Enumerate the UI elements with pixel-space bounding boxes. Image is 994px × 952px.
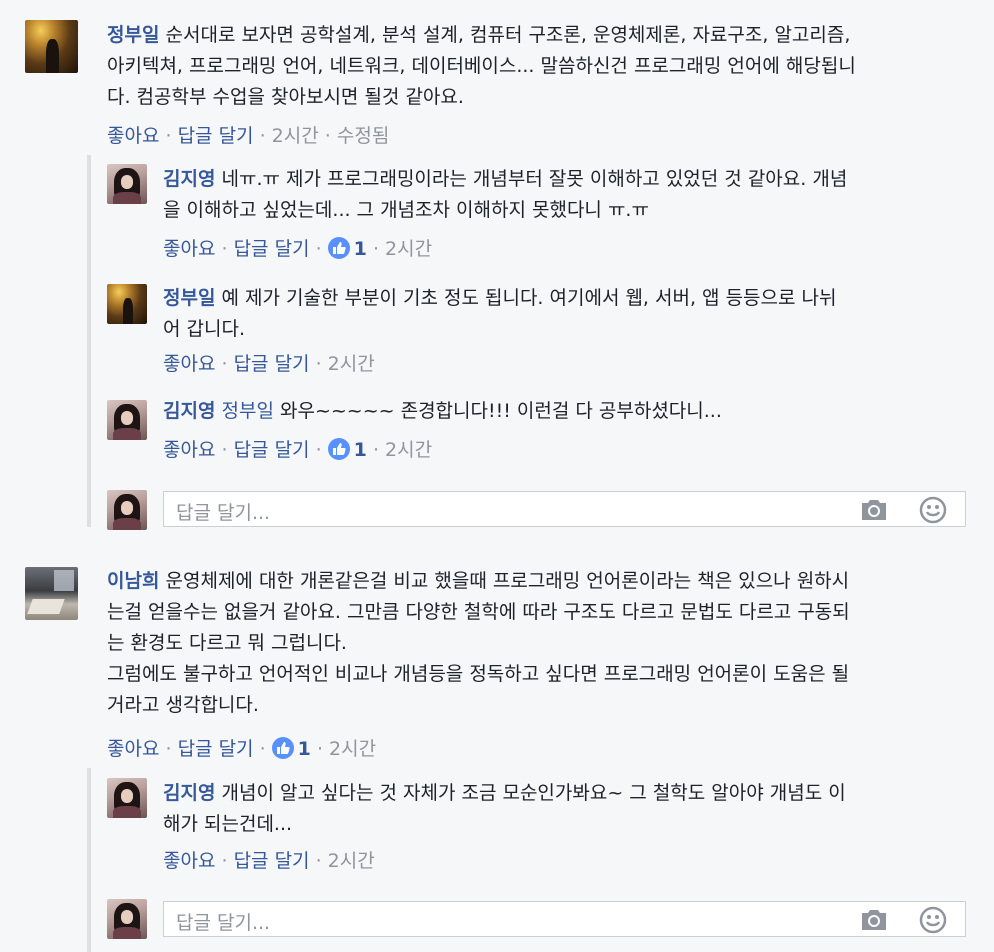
reply-button[interactable]: 답글 달기: [234, 439, 310, 461]
timestamp[interactable]: 2시간: [328, 353, 375, 375]
like-button[interactable]: 좋아요: [163, 353, 215, 375]
avatar: [107, 490, 147, 530]
timestamp[interactable]: 2시간: [385, 439, 432, 461]
avatar[interactable]: [107, 284, 147, 324]
comment-author[interactable]: 정부일: [107, 24, 159, 46]
like-button[interactable]: 좋아요: [163, 439, 215, 461]
camera-icon[interactable]: [859, 908, 889, 936]
avatar[interactable]: [25, 20, 78, 73]
avatar[interactable]: [107, 778, 147, 818]
reply-input-placeholder: 답글 달기...: [176, 502, 271, 524]
comment-text: 어 갑니다.: [163, 318, 245, 340]
comment-author[interactable]: 김지영: [163, 782, 215, 804]
thumbs-up-icon: [327, 237, 350, 259]
comment-author[interactable]: 김지영: [163, 400, 215, 422]
reply-button[interactable]: 답글 달기: [234, 850, 310, 872]
comment-actions: 좋아요 · 답글 달기 · 1 · 2시간: [163, 237, 433, 260]
reply-button[interactable]: 답글 달기: [234, 238, 310, 260]
reply-button[interactable]: 답글 달기: [234, 353, 310, 375]
comment-text: 네ㅠ.ㅠ 제가 프로그래밍이라는 개념부터 잘못 이해하고 있었던 것 같아요.…: [221, 168, 848, 190]
like-count[interactable]: 1: [354, 238, 367, 260]
reply-button[interactable]: 답글 달기: [178, 125, 254, 147]
comment-text: 그럼에도 불구하고 언어적인 비교나 개념등을 정독하고 싶다면 프로그래밍 언…: [107, 663, 850, 685]
comment-actions: 좋아요 · 답글 달기 · 1 · 2시간: [163, 438, 433, 461]
tagged-user[interactable]: 정부일: [222, 400, 274, 422]
comment-body: 김지영 정부일 와우~~~~~ 존경합니다!!! 이런걸 다 공부하셨다니...: [163, 396, 963, 427]
comment-text: 와우~~~~~ 존경합니다!!! 이런걸 다 공부하셨다니...: [280, 400, 722, 422]
comment-author[interactable]: 이남희: [107, 570, 159, 592]
timestamp[interactable]: 2시간: [329, 738, 376, 760]
edited-label[interactable]: 수정됨: [337, 125, 389, 147]
reply-input-placeholder: 답글 달기...: [176, 912, 271, 934]
like-count[interactable]: 1: [298, 738, 311, 760]
avatar[interactable]: [25, 567, 78, 620]
comment-text: 다. 컴공학부 수업을 찾아보시면 될것 같아요.: [107, 86, 464, 108]
smiley-icon[interactable]: [919, 906, 947, 938]
comment-body: 이남희 운영체제에 대한 개론같은걸 비교 했을때 프로그래밍 언어론이라는 책…: [107, 566, 977, 721]
reply-button[interactable]: 답글 달기: [178, 738, 254, 760]
reply-input[interactable]: 답글 달기...: [163, 491, 966, 527]
comment-author[interactable]: 김지영: [163, 168, 215, 190]
comment-actions: 좋아요 · 답글 달기 · 1 · 2시간: [107, 737, 377, 760]
comment-actions: 좋아요 · 답글 달기 · 2시간: [163, 850, 375, 872]
camera-icon[interactable]: [859, 498, 889, 526]
timestamp[interactable]: 2시간: [328, 850, 375, 872]
comment-body: 정부일 예 제가 기술한 부분이 기초 정도 됩니다. 여기에서 웹, 서버, …: [163, 283, 963, 345]
avatar[interactable]: [107, 164, 147, 204]
comment-text: 는걸 얻을수는 없을거 같아요. 그만큼 다양한 철학에 따라 구조도 다르고 …: [107, 601, 850, 623]
comment-text: 아키텍쳐, 프로그래밍 언어, 네트워크, 데이터베이스... 말씀하신건 프로…: [107, 55, 856, 77]
comment-author[interactable]: 정부일: [163, 287, 215, 309]
comment-text: 순서대로 보자면 공학설계, 분석 설계, 컴퓨터 구조론, 운영체제론, 자료…: [165, 24, 851, 46]
like-button[interactable]: 좋아요: [107, 738, 159, 760]
smiley-icon[interactable]: [919, 496, 947, 528]
timestamp[interactable]: 2시간: [272, 125, 319, 147]
thumbs-up-icon: [327, 438, 350, 460]
comment-text: 거라고 생각합니다.: [107, 694, 259, 716]
comment-body: 김지영 네ㅠ.ㅠ 제가 프로그래밍이라는 개념부터 잘못 이해하고 있었던 것 …: [163, 164, 963, 226]
comment-body: 김지영 개념이 알고 싶다는 것 자체가 조금 모순인가봐요~ 그 철학도 알아…: [163, 778, 963, 840]
avatar: [107, 899, 147, 939]
timestamp[interactable]: 2시간: [385, 238, 432, 260]
like-button[interactable]: 좋아요: [163, 238, 215, 260]
comment-text: 예 제가 기술한 부분이 기초 정도 됩니다. 여기에서 웹, 서버, 앱 등등…: [221, 287, 837, 309]
comment-text: 해가 되는건데...: [163, 813, 293, 835]
comment-text: 을 이해하고 싶었는데... 그 개념조차 이해하지 못했다니 ㅠ.ㅠ: [163, 199, 649, 221]
reply-thread-line: [87, 768, 91, 952]
like-button[interactable]: 좋아요: [107, 125, 159, 147]
comment-body: 정부일 순서대로 보자면 공학설계, 분석 설계, 컴퓨터 구조론, 운영체제론…: [107, 20, 977, 113]
like-count[interactable]: 1: [354, 439, 367, 461]
like-button[interactable]: 좋아요: [163, 850, 215, 872]
thumbs-up-icon: [271, 737, 294, 759]
reply-input[interactable]: 답글 달기...: [163, 901, 966, 937]
avatar[interactable]: [107, 400, 147, 440]
comment-actions: 좋아요 · 답글 달기 · 2시간: [163, 353, 375, 375]
comment-text: 개념이 알고 싶다는 것 자체가 조금 모순인가봐요~ 그 철학도 알아야 개념…: [221, 782, 846, 804]
comment-text: 운영체제에 대한 개론같은걸 비교 했을때 프로그래밍 언어론이라는 책은 있으…: [165, 570, 850, 592]
comment-text: 는 환경도 다르고 뭐 그럽니다.: [107, 632, 347, 654]
comment-actions: 좋아요 · 답글 달기 · 2시간 · 수정됨: [107, 125, 390, 147]
reply-thread-line: [87, 155, 91, 527]
